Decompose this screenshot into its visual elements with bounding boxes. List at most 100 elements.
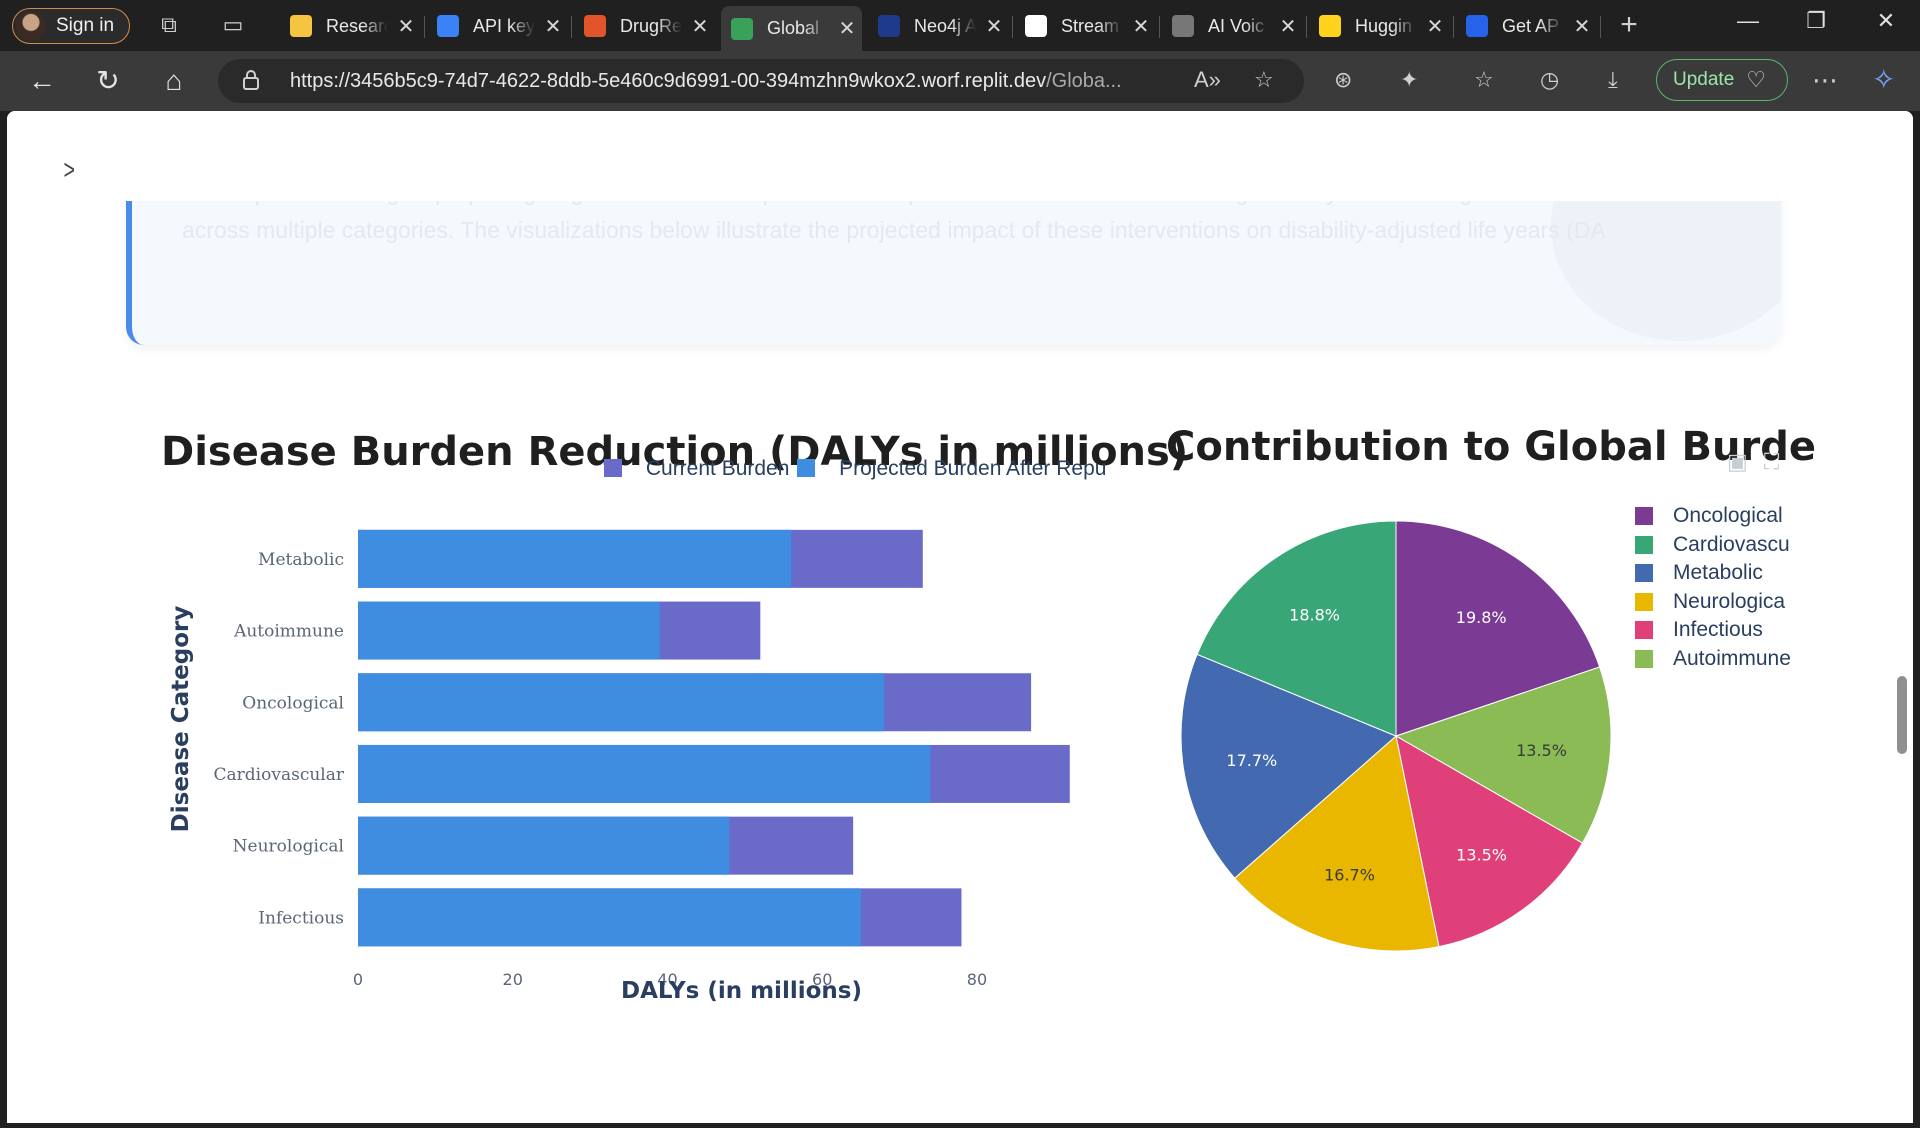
tab-close-icon[interactable]: ✕ [396, 14, 416, 39]
tab-title: DrugRe [620, 15, 682, 36]
tab-title: Stream [1061, 15, 1120, 36]
tab-close-icon[interactable]: ✕ [984, 14, 1004, 39]
y-tick-label: Infectious [258, 908, 344, 928]
history-icon[interactable]: ◷ [1540, 67, 1559, 93]
camera-icon[interactable]: ▣ [1727, 449, 1748, 474]
bar-projected-burden[interactable] [358, 744, 931, 803]
y-tick-label: Neurological [233, 837, 344, 857]
plot-modebar: ▣ ⛶ [1727, 449, 1779, 475]
pie-legend-item[interactable]: Oncological [1635, 502, 1795, 531]
fullscreen-icon[interactable]: ⛶ [1764, 449, 1779, 474]
pie-chart-plot[interactable]: 19.8% 13.5% 13.5% 16.7% 17.7% 18.8% [1157, 521, 1627, 981]
downloads-icon[interactable]: ⤓ [1608, 67, 1618, 93]
pie-legend-label: Autoimmune [1673, 646, 1791, 670]
profile-avatar [16, 11, 46, 41]
pie-legend-item[interactable]: Autoimmune [1635, 645, 1795, 674]
pie-legend-item[interactable]: Cardiovascu [1635, 531, 1795, 560]
bar-chart-y-axis-title: Disease Category [168, 605, 194, 833]
refresh-icon[interactable]: ↻ [92, 65, 124, 97]
restore-icon[interactable]: ❐ [1796, 8, 1836, 34]
page-header-space [7, 111, 1913, 201]
browser-tab[interactable]: Global ✕ [721, 6, 862, 51]
tab-favicon-icon [1172, 15, 1194, 37]
legend-current-label[interactable]: Current Burden [646, 457, 790, 480]
update-label: Update [1673, 69, 1735, 90]
browser-tab[interactable]: Research ✕ [280, 6, 421, 46]
pie-legend-swatch [1635, 592, 1653, 611]
tab-title: Neo4j A [914, 15, 976, 36]
pie-slice-percent-label: 13.5% [1456, 846, 1507, 865]
bar-projected-burden[interactable] [358, 816, 730, 875]
url-text[interactable]: https://3456b5c9-74d7-4622-8ddb-5e460c9d… [290, 70, 1170, 93]
tab-favicon-icon [1025, 15, 1047, 37]
tab-close-icon[interactable]: ✕ [1572, 14, 1592, 39]
browser-tab[interactable]: DrugRe ✕ [574, 6, 715, 46]
tab-close-icon[interactable]: ✕ [543, 14, 563, 39]
minimize-icon[interactable]: — [1728, 8, 1768, 34]
browser-toolbar: ← ↻ ⌂ https://3456b5c9-74d7-4622-8ddb-5e… [0, 51, 1920, 111]
tab-close-icon[interactable]: ✕ [1425, 14, 1445, 39]
tab-separator [1159, 16, 1160, 38]
pie-legend-item[interactable]: Metabolic [1635, 559, 1795, 588]
pie-legend-label: Metabolic [1673, 561, 1763, 585]
pie-legend-item[interactable]: Infectious [1635, 616, 1795, 645]
more-menu-icon[interactable]: ⋯ [1812, 65, 1838, 96]
pie-legend-swatch [1635, 621, 1653, 640]
browser-tab[interactable]: Get AP ✕ [1456, 6, 1597, 46]
home-icon[interactable]: ⌂ [158, 65, 190, 97]
url-host: https://3456b5c9-74d7-4622-8ddb-5e460c9d… [290, 70, 1047, 92]
tab-actions-icon[interactable]: ▭ [220, 12, 246, 38]
sidebar-toggle-icon[interactable]: > [63, 154, 74, 186]
browser-tab[interactable]: Stream ✕ [1015, 6, 1156, 46]
sign-in-button[interactable]: Sign in [12, 8, 130, 44]
tab-title: AI Voic [1208, 15, 1265, 36]
bar-chart-x-axis-title: DALYs (in millions) [621, 978, 862, 1004]
legend-projected-label[interactable]: Projected Burden After Repu [839, 457, 1106, 480]
tab-favicon-icon [1466, 15, 1488, 37]
legend-projected-swatch[interactable] [797, 459, 816, 477]
page-scrollbar[interactable] [1897, 676, 1907, 754]
tab-favicon-icon [584, 15, 606, 37]
legend-current-swatch[interactable] [604, 459, 622, 477]
copilot-icon[interactable]: ✧ [1872, 63, 1895, 96]
browser-tab[interactable]: API keys ✕ [427, 6, 568, 46]
pie-slice-percent-label: 16.7% [1324, 866, 1375, 885]
pie-slice-percent-label: 19.8% [1456, 608, 1507, 627]
tab-favicon-icon [731, 17, 753, 40]
close-window-icon[interactable]: ✕ [1866, 8, 1906, 34]
browser-tab[interactable]: Neo4j A ✕ [868, 6, 1009, 46]
pie-chart-legend: Oncological Cardiovascu Metabolic Neurologi… [1635, 502, 1795, 673]
bar-projected-burden[interactable] [358, 601, 660, 660]
address-bar[interactable]: https://3456b5c9-74d7-4622-8ddb-5e460c9d… [218, 59, 1304, 103]
y-tick-label: Cardiovascular [214, 765, 345, 785]
x-tick-label: 80 [967, 970, 987, 989]
chatgpt-extension-icon[interactable]: ⊛ [1334, 67, 1352, 93]
tab-close-icon[interactable]: ✕ [690, 14, 710, 39]
browser-tab[interactable]: Huggin ✕ [1309, 6, 1450, 46]
y-tick-label: Autoimmune [233, 622, 344, 642]
workspaces-icon[interactable]: ⧉ [156, 12, 182, 38]
bar-projected-burden[interactable] [358, 888, 861, 947]
tab-favicon-icon [878, 15, 900, 37]
tab-title: Get AP [1502, 15, 1560, 36]
read-aloud-icon[interactable]: A» [1194, 67, 1221, 93]
pie-legend-item[interactable]: Neurologica [1635, 588, 1795, 617]
lock-icon[interactable] [242, 69, 260, 91]
bar-projected-burden[interactable] [358, 529, 792, 588]
pie-legend-swatch [1635, 649, 1653, 668]
update-button[interactable]: Update ♡ [1656, 59, 1788, 101]
back-arrow-icon[interactable]: ← [26, 65, 58, 97]
browser-tab[interactable]: AI Voic ✕ [1162, 6, 1303, 46]
new-tab-plus-icon[interactable]: + [1616, 10, 1642, 40]
tab-close-icon[interactable]: ✕ [837, 16, 857, 41]
tab-close-icon[interactable]: ✕ [1131, 14, 1151, 39]
favorites-icon[interactable]: ☆ [1474, 67, 1494, 93]
tab-title: Global [767, 18, 820, 38]
pie-slice-percent-label: 18.8% [1289, 606, 1340, 625]
extensions-puzzle-icon[interactable]: ✦ [1400, 67, 1418, 93]
pie-chart-title: Contribution to Global Burden R [1166, 424, 1816, 470]
bar-projected-burden[interactable] [358, 673, 885, 732]
pie-legend-label: Oncological [1673, 504, 1783, 528]
tab-close-icon[interactable]: ✕ [1278, 14, 1298, 39]
favorite-star-icon[interactable]: ☆ [1254, 67, 1274, 93]
